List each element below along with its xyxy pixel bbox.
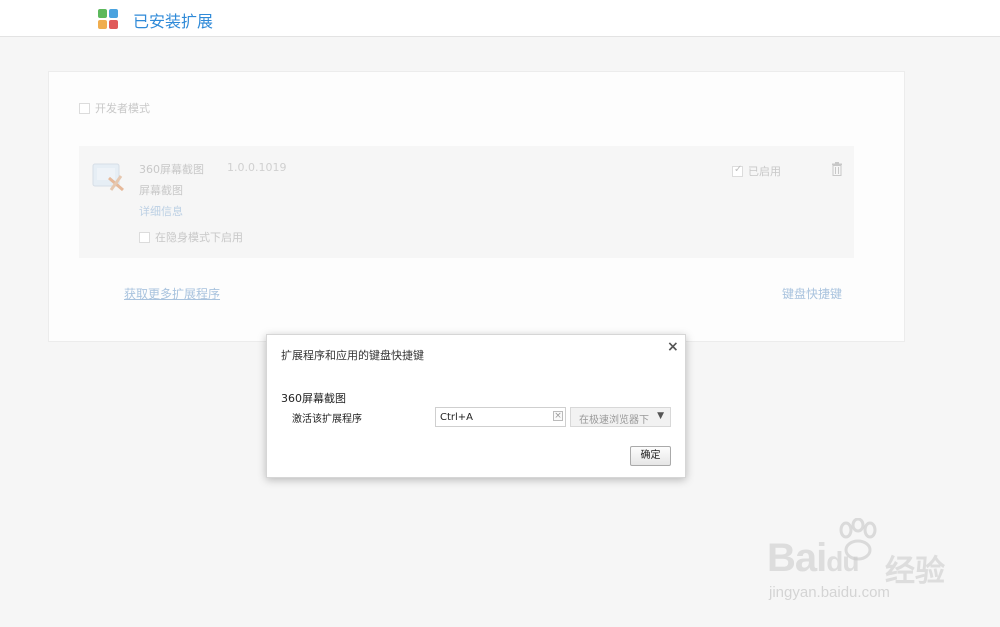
extension-card: 360屏幕截图 1.0.0.1019 屏幕截图 详细信息 在隐身模式下启用 已启… <box>79 146 854 258</box>
command-label: 激活该扩展程序 <box>292 414 362 425</box>
extension-name: 360屏幕截图 <box>139 163 204 176</box>
dialog-extension-name: 360屏幕截图 <box>281 392 346 405</box>
extension-details-link[interactable]: 详细信息 <box>139 203 183 219</box>
incognito-label: 在隐身模式下启用 <box>155 231 243 244</box>
watermark-brand: Baidu <box>767 536 859 580</box>
developer-mode-toggle[interactable]: 开发者模式 <box>79 100 150 116</box>
ok-button[interactable]: 确定 <box>630 446 671 466</box>
enabled-label: 已启用 <box>748 165 781 178</box>
scope-select[interactable]: 在极速浏览器下 ▼ <box>570 407 671 427</box>
enabled-checkbox[interactable] <box>732 164 743 177</box>
clear-shortcut-icon[interactable]: × <box>553 411 563 421</box>
close-icon[interactable]: × <box>667 339 679 355</box>
shortcut-input[interactable] <box>435 407 566 427</box>
screenshot-extension-icon <box>92 163 124 192</box>
extensions-panel: 开发者模式 360屏幕截图 1.0.0.1019 屏幕截图 详细信息 在隐身模式… <box>48 71 905 342</box>
developer-mode-label: 开发者模式 <box>95 102 150 115</box>
extension-description: 屏幕截图 <box>139 184 183 197</box>
keyboard-shortcuts-link[interactable]: 键盘快捷键 <box>782 285 842 302</box>
developer-mode-checkbox[interactable] <box>79 102 90 114</box>
page-title: 已安装扩展 <box>133 12 214 31</box>
enabled-toggle[interactable]: 已启用 <box>732 163 781 179</box>
watermark-url: jingyan.baidu.com <box>769 584 890 601</box>
incognito-toggle[interactable]: 在隐身模式下启用 <box>139 229 243 245</box>
extensions-logo-icon <box>98 9 118 29</box>
top-header: 已安装扩展 <box>0 0 1000 37</box>
baidu-jingyan-watermark: Baidu 经验 jingyan.baidu.com <box>765 518 950 608</box>
extension-version: 1.0.0.1019 <box>227 161 287 174</box>
keyboard-shortcuts-dialog: 扩展程序和应用的键盘快捷键 × 360屏幕截图 激活该扩展程序 × 在极速浏览器… <box>266 334 686 478</box>
incognito-checkbox[interactable] <box>139 231 150 243</box>
trash-icon[interactable] <box>831 162 843 176</box>
chevron-down-icon: ▼ <box>657 411 664 421</box>
watermark-brand-cn: 经验 <box>885 554 945 589</box>
scope-select-value: 在极速浏览器下 <box>579 415 649 426</box>
get-more-extensions-link[interactable]: 获取更多扩展程序 <box>124 285 220 302</box>
dialog-title: 扩展程序和应用的键盘快捷键 <box>281 349 424 362</box>
